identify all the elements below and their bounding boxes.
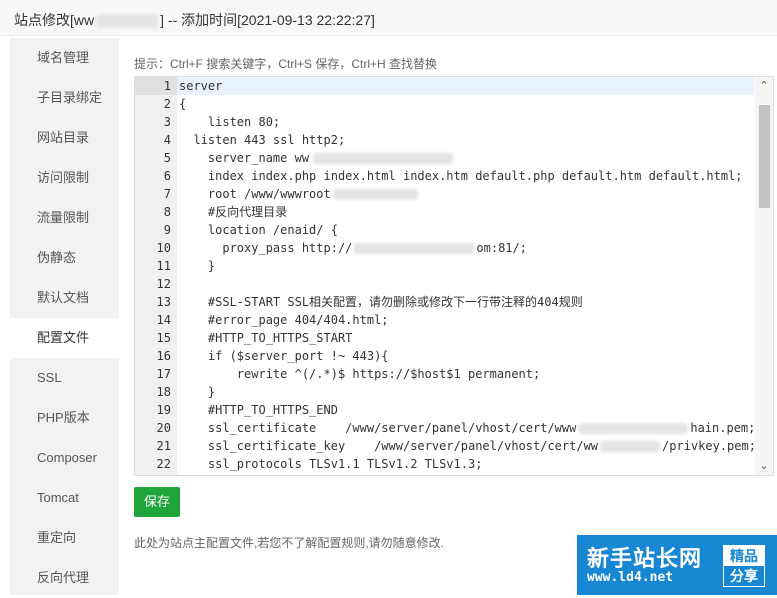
code-line: #SSL-START SSL相关配置，请勿删除或修改下一行带注释的404规则 (179, 295, 583, 309)
editor-scrollbar[interactable]: ⌃ ⌄ (755, 77, 773, 475)
line-number: 17 (156, 367, 171, 381)
scrollbar-thumb[interactable] (759, 105, 770, 208)
settings-sidebar: 域名管理 子目录绑定 网站目录 访问限制 流量限制 伪静态 默认文档 配置文件 … (10, 38, 119, 595)
code-line: #HTTP_TO_HTTPS_START (179, 331, 353, 345)
watermark-badge-bottom: 分享 (730, 568, 758, 584)
sidebar-item-subdir-binding[interactable]: 子目录绑定 (10, 78, 119, 118)
code-line: } (179, 259, 216, 273)
line-number: 15 (156, 331, 171, 345)
code-line: #HTTP_TO_HTTPS_END (179, 403, 338, 417)
code-line: ssl_certificate /www/server/panel/vhost/… (179, 421, 756, 435)
dialog-titlebar: 站点修改[ww] -- 添加时间[2021-09-13 22:22:27] (0, 0, 777, 36)
sidebar-item-site-dir[interactable]: 网站目录 (10, 118, 119, 158)
code-line: } (179, 385, 216, 399)
watermark-url: www.ld4.net (587, 570, 674, 585)
redacted-server-name (313, 153, 454, 164)
line-number: 7 (163, 187, 171, 201)
scroll-up-icon[interactable]: ⌃ (757, 79, 771, 93)
line-number: 10 (156, 241, 171, 255)
sidebar-item-access-limit[interactable]: 访问限制 (10, 158, 119, 198)
line-number: 20 (156, 421, 171, 435)
line-number: 4 (163, 133, 171, 147)
sidebar-item-redirect[interactable]: 重定向 (10, 518, 119, 558)
code-line: server (177, 77, 754, 95)
redacted-domain (96, 14, 159, 29)
watermark-badge: 精品 分享 (723, 545, 765, 587)
line-number: 8 (163, 205, 171, 219)
config-warning-note: 此处为站点主配置文件,若您不了解配置规则,请勿随意修改. (134, 536, 445, 550)
redacted-root-path (332, 189, 418, 200)
sidebar-item-traffic-limit[interactable]: 流量限制 (10, 198, 119, 238)
line-number: 13 (156, 295, 171, 309)
code-area[interactable]: server { listen 80; listen 443 ssl http2… (177, 77, 756, 473)
shortcut-hint: 提示：Ctrl+F 搜索关键字，Ctrl+S 保存，Ctrl+H 查找替换 (134, 57, 438, 71)
line-number: 22 (156, 457, 171, 471)
code-line: listen 80; (179, 115, 281, 129)
line-number: 2 (163, 97, 171, 111)
redacted-proxy-host (354, 243, 475, 254)
code-line: ssl_certificate_key /www/server/panel/vh… (179, 439, 756, 453)
save-button[interactable]: 保存 (134, 487, 180, 517)
line-number: 21 (156, 439, 171, 453)
line-number: 3 (163, 115, 171, 129)
code-line: #error_page 404/404.html; (179, 313, 389, 327)
sidebar-item-php-version[interactable]: PHP版本 (10, 398, 119, 438)
line-number: 5 (163, 151, 171, 165)
sidebar-item-reverse-proxy[interactable]: 反向代理 (10, 558, 119, 598)
watermark-badge-top: 精品 (724, 546, 764, 566)
sidebar-item-domain[interactable]: 域名管理 (10, 38, 119, 78)
watermark-title: 新手站长网 (587, 546, 703, 571)
code-line: if ($server_port !~ 443){ (179, 349, 389, 363)
code-line: listen 443 ssl http2; (179, 133, 346, 147)
scroll-down-icon[interactable]: ⌄ (757, 459, 771, 473)
sidebar-item-config-file[interactable]: 配置文件 (10, 318, 119, 358)
code-line: server_name ww (177, 149, 754, 167)
config-editor[interactable]: 1 2 3 4 5 6 7 8 9 10 11 12 13 14 15 16 1… (134, 76, 774, 476)
code-line: rewrite ^(/.*)$ https://$host$1 permanen… (179, 367, 541, 381)
sidebar-item-rewrite[interactable]: 伪静态 (10, 238, 119, 278)
line-number: 19 (156, 403, 171, 417)
sidebar-item-composer[interactable]: Composer (10, 438, 119, 478)
sidebar-item-tomcat[interactable]: Tomcat (10, 478, 119, 518)
dialog-title: 站点修改[ww] -- 添加时间[2021-09-13 22:22:27] (14, 12, 375, 29)
line-number: 16 (156, 349, 171, 363)
code-line: root /www/wwwroot (177, 185, 754, 203)
sidebar-item-default-doc[interactable]: 默认文档 (10, 278, 119, 318)
line-number: 6 (163, 169, 171, 183)
code-line: #反向代理目录 (179, 205, 288, 219)
line-number: 11 (156, 259, 171, 273)
line-number: 18 (156, 385, 171, 399)
redacted-key-path (600, 441, 661, 452)
code-line: { (179, 97, 187, 111)
line-number: 9 (163, 223, 171, 237)
code-line: index index.php index.html index.htm def… (179, 169, 743, 183)
sidebar-item-ssl[interactable]: SSL (10, 358, 119, 398)
code-line: ssl_protocols TLSv1.1 TLSv1.2 TLSv1.3; (179, 457, 483, 471)
line-number: 14 (156, 313, 171, 327)
site-watermark-logo: 新手站长网 www.ld4.net 精品 分享 (577, 535, 777, 595)
line-number-gutter: 1 2 3 4 5 6 7 8 9 10 11 12 13 14 15 16 1… (135, 77, 177, 475)
line-number: 12 (156, 277, 171, 291)
redacted-cert-path (578, 423, 689, 434)
code-line: proxy_pass http://om:81/; (179, 241, 527, 255)
code-line: location /enaid/ { (179, 223, 338, 237)
line-number: 1 (135, 77, 177, 95)
